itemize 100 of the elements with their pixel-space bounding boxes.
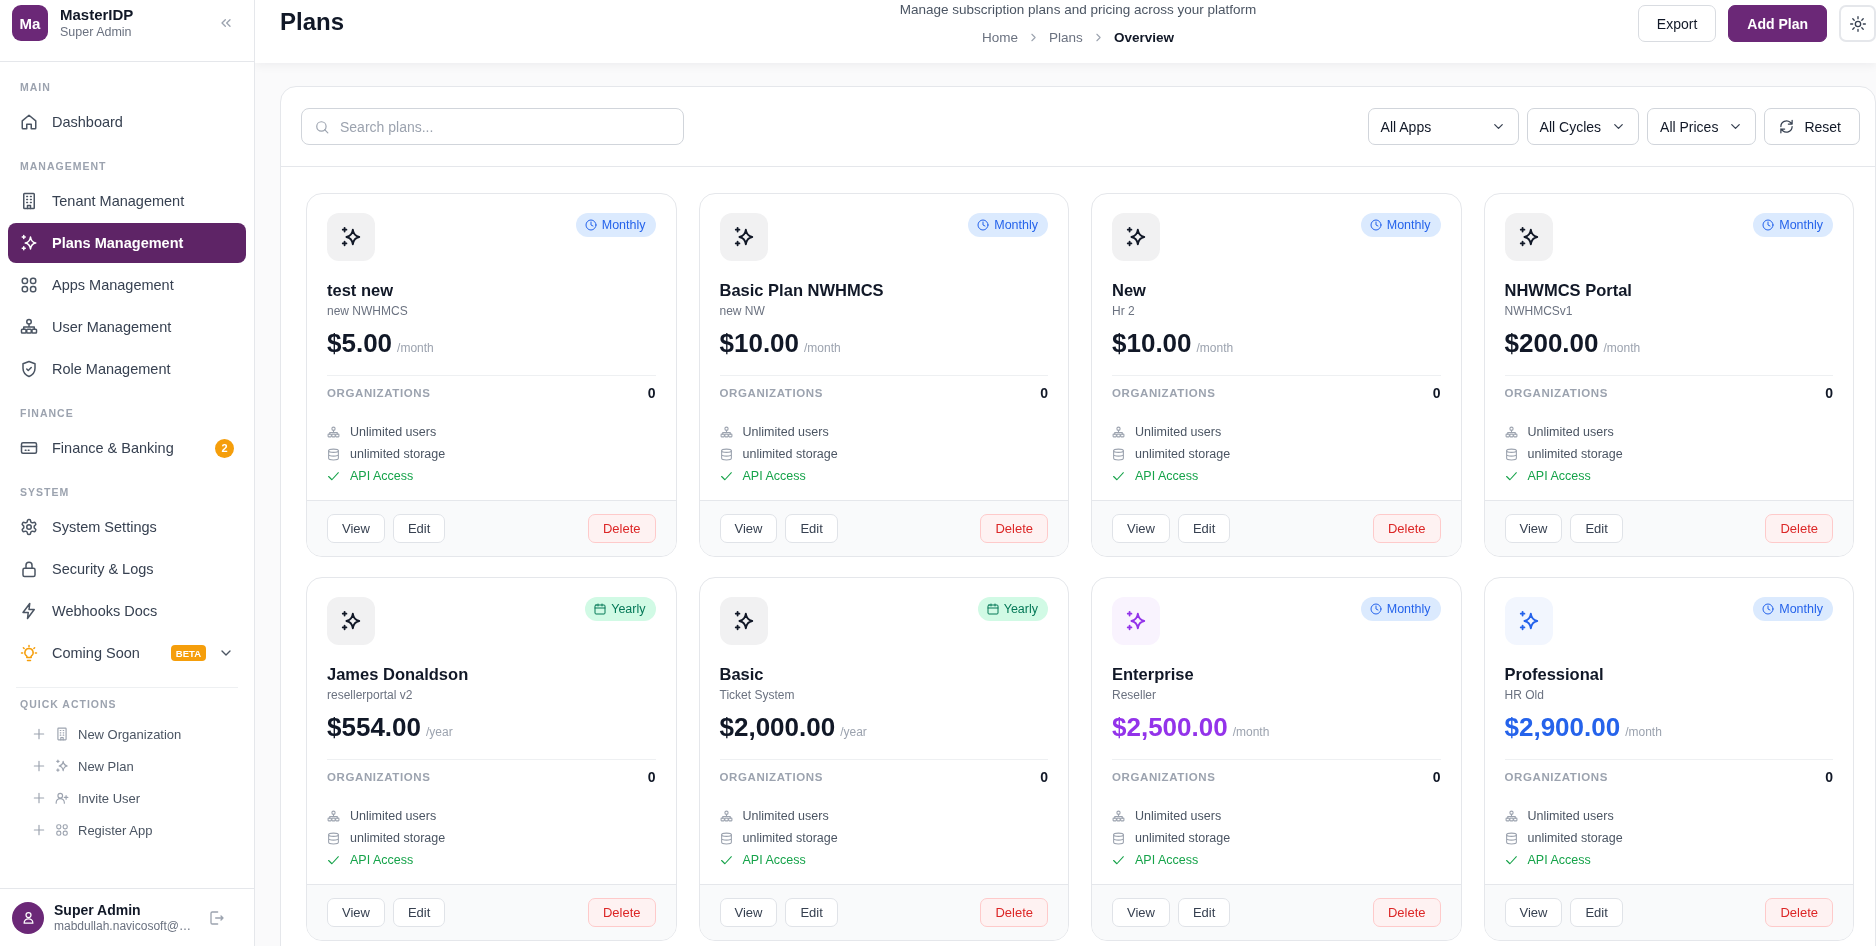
feature-text: API Access	[742, 469, 806, 483]
plan-price: $200.00	[1504, 327, 1599, 360]
lightbulb-icon	[20, 644, 38, 662]
user-network-icon	[1504, 809, 1518, 823]
calendar-icon	[986, 603, 999, 615]
section-label: MAIN	[20, 80, 51, 94]
edit-button[interactable]: Edit	[392, 514, 446, 543]
clock-icon	[1762, 219, 1775, 231]
delete-button[interactable]: Delete	[587, 514, 656, 543]
delete-button[interactable]: Delete	[980, 898, 1048, 927]
user-network-icon	[327, 809, 340, 823]
view-button[interactable]: View	[1504, 898, 1563, 927]
cycle-label: Yearly	[611, 602, 646, 616]
view-button[interactable]: View	[719, 898, 778, 927]
edit-button[interactable]: Edit	[785, 514, 838, 543]
plan-name: Enterprise	[1112, 664, 1194, 685]
nav-item[interactable]: Dashboard	[8, 102, 246, 142]
theme-toggle-button[interactable]	[1839, 5, 1876, 42]
plan-subtitle: resellerportal v2	[327, 687, 413, 703]
price-period: /month	[804, 341, 841, 355]
plan-name: Professional	[1504, 664, 1604, 685]
check-icon	[1112, 469, 1125, 483]
brand-name: MasterIDP	[60, 6, 134, 24]
plan-name: New	[1112, 280, 1146, 301]
edit-button[interactable]: Edit	[1177, 514, 1231, 543]
price-period: /month	[397, 341, 434, 355]
page-title: Plans	[280, 7, 345, 37]
user-plus-icon	[55, 791, 69, 805]
nav-item[interactable]: Apps Management	[8, 265, 246, 305]
sparkles-icon	[20, 234, 38, 252]
nav-item[interactable]: Security & Logs	[8, 549, 246, 589]
nav-item[interactable]: Plans Management	[8, 223, 246, 263]
quick-action[interactable]: New Plan	[24, 752, 142, 780]
logout-icon[interactable]	[209, 909, 225, 926]
plus-icon	[32, 823, 46, 837]
check-icon	[1504, 853, 1518, 867]
add-plan-button[interactable]: Add Plan	[1728, 5, 1827, 42]
sparkles-icon	[719, 213, 768, 261]
feature-text: API Access	[742, 853, 806, 867]
feature-text: API Access	[350, 469, 414, 483]
breadcrumb-link[interactable]: Home	[982, 29, 1019, 45]
cycle-label: Monthly	[1779, 218, 1823, 232]
nav-item[interactable]: User Management	[8, 307, 246, 347]
delete-button[interactable]: Delete	[980, 514, 1048, 543]
count-badge: 2	[215, 438, 234, 458]
feature-text: Unlimited users	[1527, 425, 1614, 439]
edit-button[interactable]: Edit	[785, 898, 838, 927]
stat-label: ORGANIZATIONS	[327, 387, 431, 399]
price-period: /month	[1196, 341, 1234, 355]
quick-action[interactable]: Invite User	[24, 784, 149, 812]
user-name: Super Admin	[54, 901, 141, 919]
gear-icon	[20, 518, 38, 536]
cycle-label: Yearly	[1003, 602, 1038, 616]
view-button[interactable]: View	[1504, 514, 1563, 543]
stat-label: ORGANIZATIONS	[1504, 387, 1608, 399]
view-button[interactable]: View	[1112, 514, 1170, 543]
stat-value: 0	[647, 385, 656, 401]
building-icon	[20, 192, 38, 210]
filter-dropdown[interactable]: All Prices	[1647, 108, 1757, 145]
breadcrumb-link[interactable]: Plans	[1049, 29, 1083, 45]
delete-button[interactable]: Delete	[1765, 514, 1833, 543]
edit-button[interactable]: Edit	[1570, 898, 1623, 927]
cycle-label: Monthly	[1779, 602, 1823, 616]
delete-button[interactable]: Delete	[1372, 514, 1441, 543]
database-icon	[719, 447, 733, 461]
feature-text: unlimited storage	[350, 447, 446, 461]
reset-button[interactable]: Reset	[1764, 108, 1860, 145]
quick-action[interactable]: New Organization	[24, 720, 190, 748]
stat-value: 0	[1825, 769, 1833, 785]
delete-button[interactable]: Delete	[1765, 898, 1833, 927]
view-button[interactable]: View	[327, 898, 385, 927]
edit-button[interactable]: Edit	[1177, 898, 1231, 927]
edit-button[interactable]: Edit	[1570, 514, 1623, 543]
plan-price: $2,500.00	[1112, 711, 1228, 744]
nav-item[interactable]: Finance & Banking	[8, 428, 215, 468]
view-button[interactable]: View	[719, 514, 778, 543]
view-button[interactable]: View	[327, 514, 385, 543]
delete-button[interactable]: Delete	[587, 898, 656, 927]
plan-subtitle: NWHMCSv1	[1504, 303, 1573, 319]
database-icon	[327, 831, 340, 845]
nav-item[interactable]: Tenant Management	[8, 181, 246, 221]
clock-icon	[977, 219, 990, 231]
nav-item[interactable]: Webhooks Docs	[8, 591, 246, 631]
plan-subtitle: new NWHMCS	[327, 303, 408, 319]
nav-item[interactable]: Coming Soon	[8, 633, 171, 673]
view-button[interactable]: View	[1112, 898, 1170, 927]
lightning-icon	[20, 602, 38, 620]
sparkles-icon	[1112, 597, 1160, 645]
nav-item[interactable]: Role Management	[8, 349, 246, 389]
filter-dropdown[interactable]: All Apps	[1367, 108, 1519, 145]
filter-dropdown[interactable]: All Cycles	[1526, 108, 1640, 145]
feature-text: API Access	[1135, 853, 1199, 867]
building-icon	[55, 727, 69, 741]
quick-action[interactable]: Register App	[24, 816, 161, 844]
nav-item[interactable]: System Settings	[8, 507, 246, 547]
feature-text: Unlimited users	[742, 809, 829, 823]
edit-button[interactable]: Edit	[392, 898, 446, 927]
delete-button[interactable]: Delete	[1372, 898, 1441, 927]
export-button[interactable]: Export	[1637, 5, 1717, 42]
search-field[interactable]: Search plans...	[301, 108, 684, 145]
